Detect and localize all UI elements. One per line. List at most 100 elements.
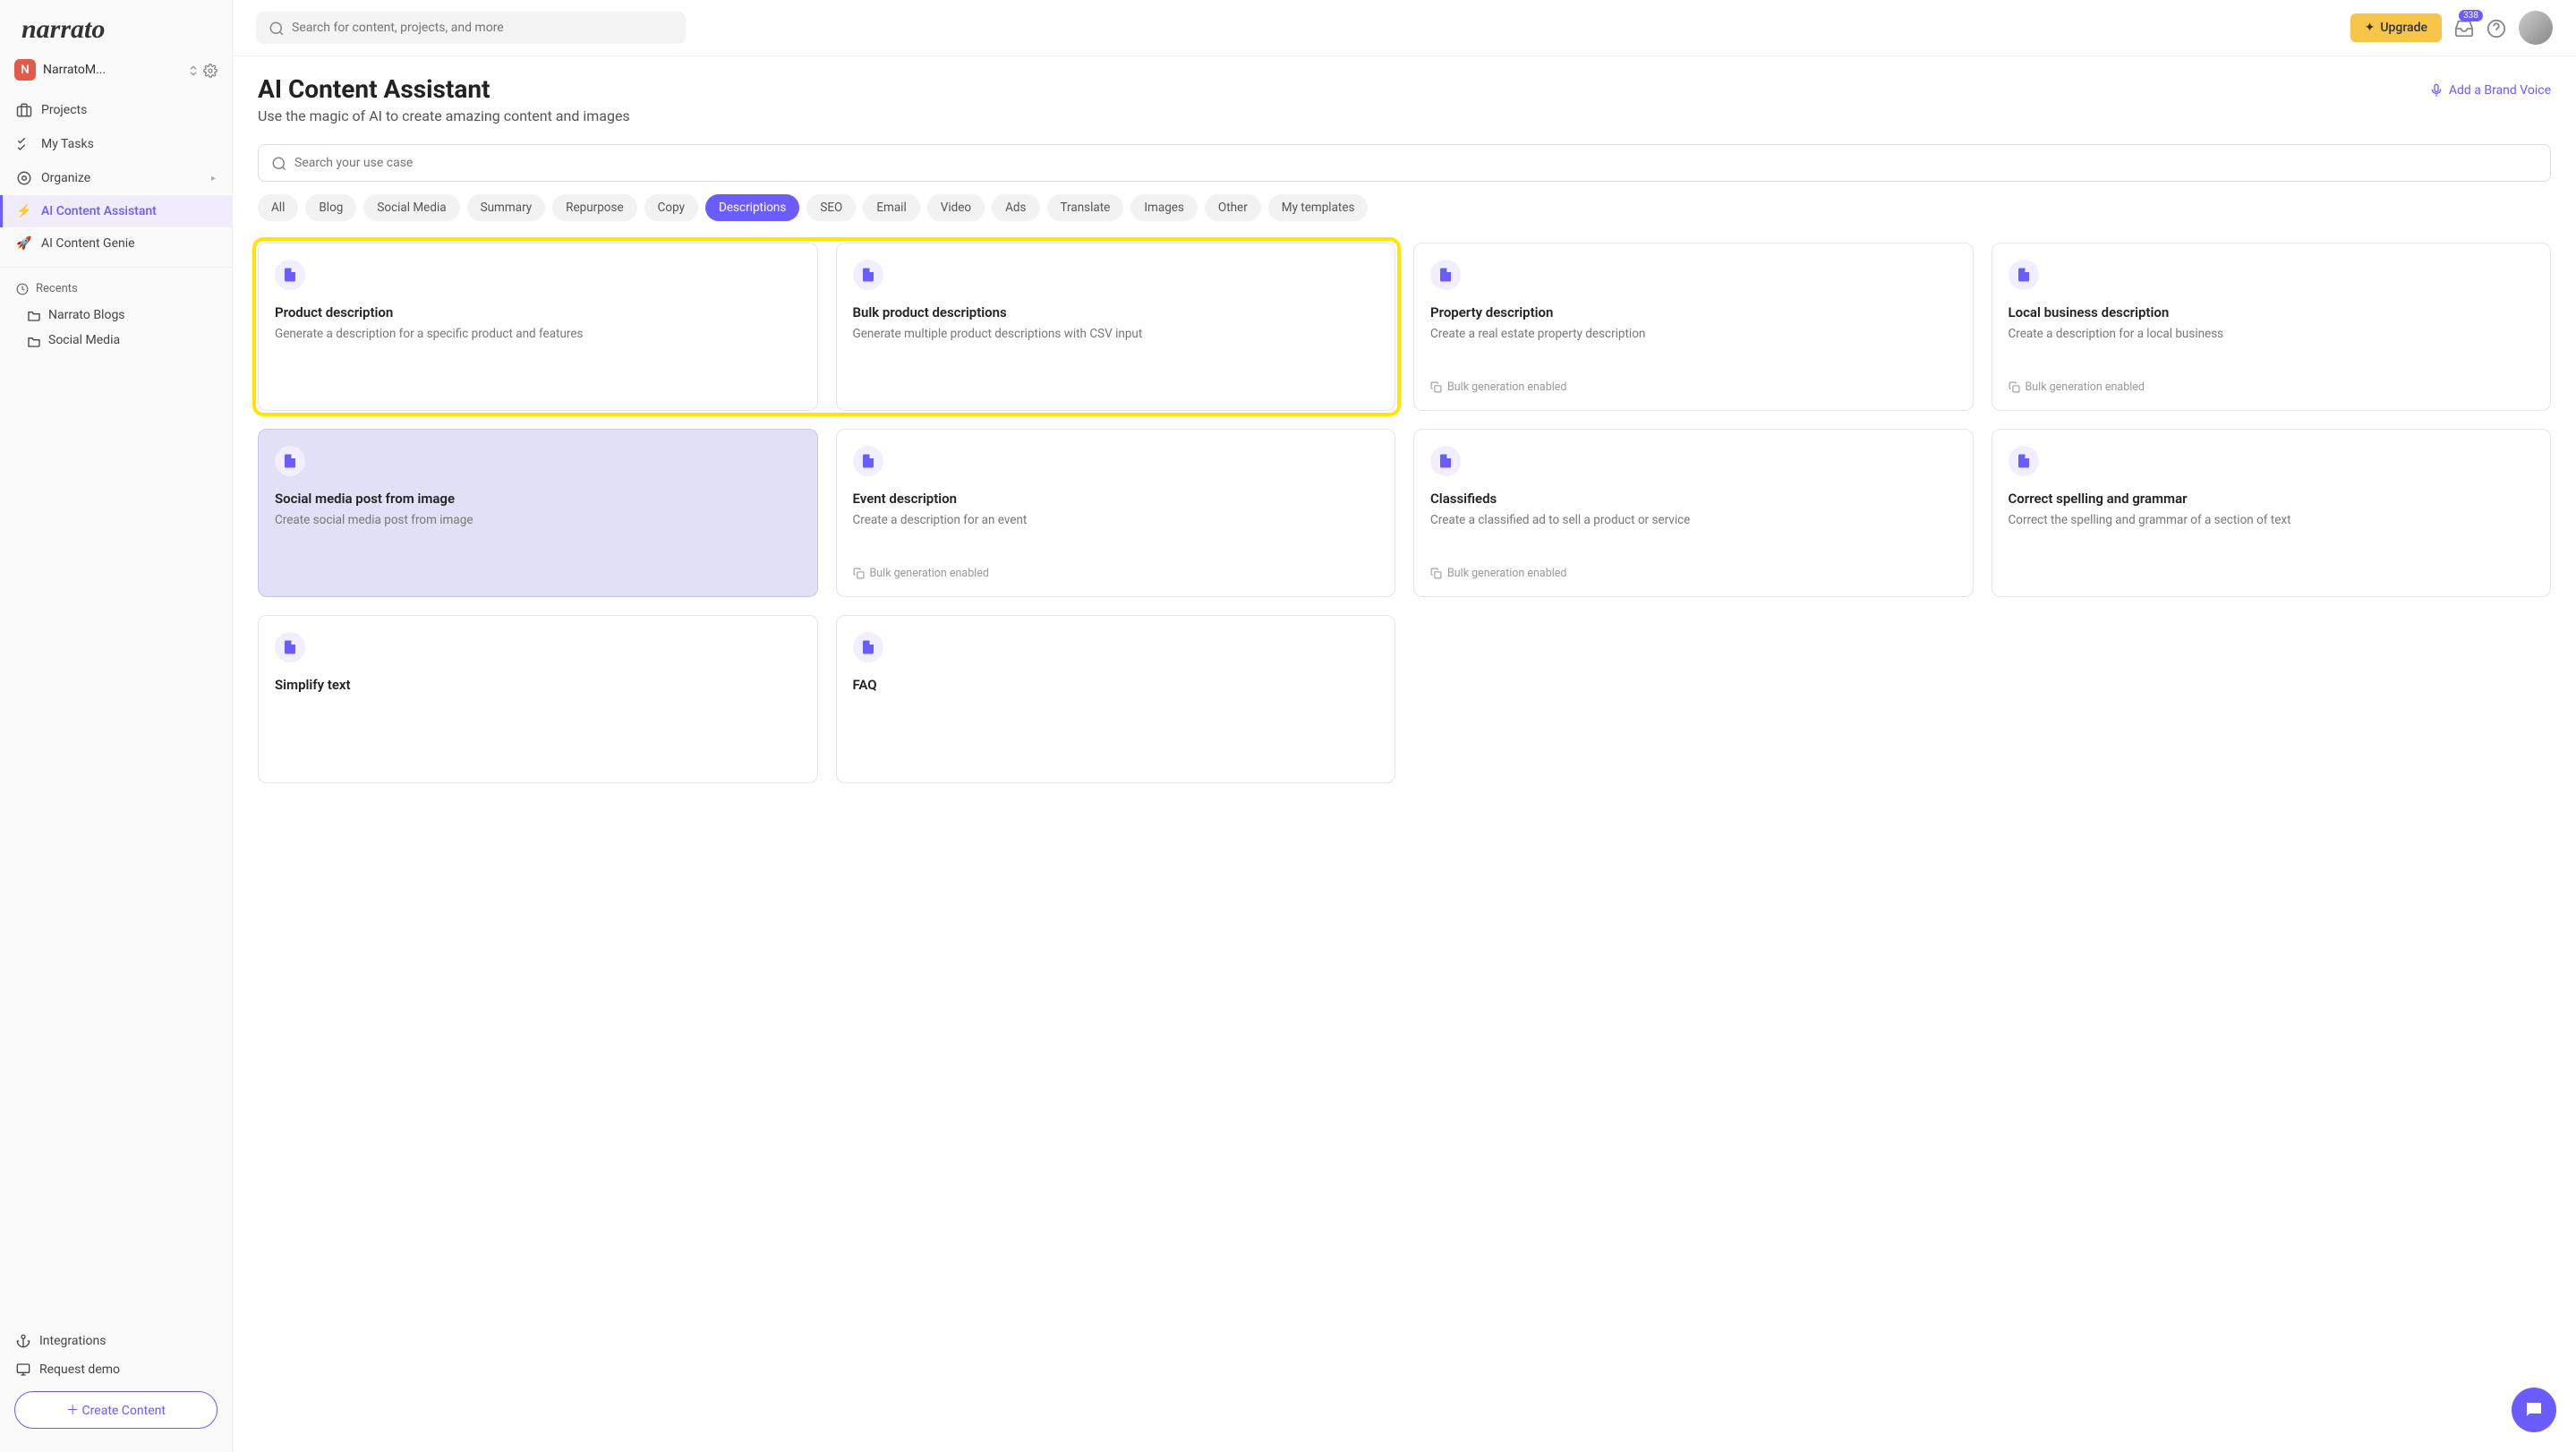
notif-badge: 338 [2459, 10, 2483, 21]
usecase-search-input[interactable] [294, 156, 2538, 170]
card-title: Classifieds [1430, 491, 1957, 507]
document-icon [2009, 260, 2039, 290]
card-title: Simplify text [275, 677, 801, 693]
workspace-chevron-icon[interactable] [187, 62, 200, 79]
brand-logo[interactable]: narrato [0, 0, 232, 54]
template-card[interactable]: ClassifiedsCreate a classified ad to sel… [1413, 429, 1974, 597]
template-card[interactable]: Local business description Create a descr… [1992, 243, 2552, 411]
template-card[interactable]: Social media post from image Create socia… [258, 429, 818, 597]
filter-pill-repurpose[interactable]: Repurpose [552, 194, 636, 221]
filter-pills: All Blog Social Media SummaryRepurpose Copy D… [258, 194, 2551, 221]
bulk-badge: Bulk generation enabled [2009, 380, 2535, 394]
nav-label: AI Content Assistant [41, 204, 157, 218]
help-icon[interactable] [2486, 17, 2506, 39]
nav-label: My Tasks [41, 137, 94, 151]
workspace-initial: N [14, 59, 36, 81]
filter-pill-social-media[interactable]: Social Media [363, 194, 459, 221]
inbox-icon[interactable]: 338 [2454, 17, 2474, 39]
document-icon [853, 632, 883, 662]
chat-launcher[interactable] [2512, 1388, 2556, 1432]
mic-icon [2429, 83, 2444, 98]
document-icon [275, 446, 305, 476]
monitor-icon [16, 1362, 30, 1377]
request-demo-link[interactable]: Request demo [0, 1355, 232, 1384]
nav-my-tasks[interactable]: My Tasks [0, 127, 232, 161]
template-card[interactable]: Property descriptionCreate a real estate… [1413, 243, 1974, 411]
global-search-input[interactable] [292, 21, 673, 35]
nav-label: AI Content Genie [41, 236, 135, 251]
filter-pill-images[interactable]: Images [1130, 194, 1198, 221]
filter-pill-other[interactable]: Other [1205, 194, 1261, 221]
filter-pill-summary[interactable]: Summary [467, 194, 546, 221]
template-card[interactable]: Simplify text [258, 615, 818, 783]
bulk-badge: Bulk generation enabled [853, 567, 1379, 580]
nav-ai-assistant[interactable]: ⚡ AI Content Assistant [0, 195, 232, 227]
bulk-badge: Bulk generation enabled [1430, 380, 1957, 394]
document-icon [1430, 260, 1461, 290]
anchor-icon [16, 1333, 30, 1347]
card-desc: Generate a description for a specific pr… [275, 326, 801, 343]
template-card[interactable]: Correct spelling and grammarCorrect the … [1992, 429, 2552, 597]
bulk-badge: Bulk generation enabled [1430, 567, 1957, 580]
filter-pill-all[interactable]: All [258, 194, 298, 221]
card-desc: Create social media post from image [275, 512, 801, 529]
highlighted-cards: Product descriptionGenerate a descriptio… [258, 243, 1395, 411]
filter-pill-blog[interactable]: Blog [305, 194, 356, 221]
card-desc: Create a real estate property descriptio… [1430, 326, 1957, 343]
recent-item[interactable]: Social Media [0, 328, 232, 353]
bolt-icon: ⚡ [16, 204, 32, 218]
template-card[interactable]: Product descriptionGenerate a descriptio… [258, 243, 818, 411]
card-desc: Correct the spelling and grammar of a se… [2009, 512, 2535, 529]
rocket-icon: 🚀 [16, 236, 32, 251]
nav-organize[interactable]: Organize ▸ [0, 161, 232, 195]
add-brand-voice-link[interactable]: Add a Brand Voice [2429, 83, 2551, 98]
card-title: Local business description [2009, 304, 2535, 320]
page-title: AI Content Assistant [258, 74, 630, 104]
recent-item[interactable]: Narrato Blogs [0, 303, 232, 328]
document-icon [2009, 446, 2039, 476]
avatar[interactable] [2519, 11, 2553, 45]
filter-pill-video[interactable]: Video [927, 194, 985, 221]
workspace-switcher[interactable]: N NarratoM... [0, 54, 232, 93]
filter-pill-descriptions[interactable]: Descriptions [705, 194, 799, 221]
global-search[interactable] [256, 12, 686, 44]
gear-icon[interactable] [203, 62, 218, 79]
briefcase-icon [16, 102, 32, 118]
filter-pill-email[interactable]: Email [863, 194, 919, 221]
document-icon [853, 446, 883, 476]
template-card[interactable]: FAQ [836, 615, 1396, 783]
template-card[interactable]: Bulk product descriptionsGenerate multip… [836, 243, 1396, 411]
upgrade-button[interactable]: ✦ Upgrade [2350, 13, 2442, 42]
nav-ai-genie[interactable]: 🚀 AI Content Genie [0, 227, 232, 260]
template-card[interactable]: Event descriptionCreate a description fo… [836, 429, 1396, 597]
document-icon [275, 632, 305, 662]
document-icon [1430, 446, 1461, 476]
document-icon [853, 260, 883, 290]
topbar: ✦ Upgrade 338 [233, 0, 2576, 56]
filter-pill-translate[interactable]: Translate [1047, 194, 1124, 221]
create-content-button[interactable]: ＋ Create Content [14, 1391, 218, 1429]
nav-list: Projects My Tasks Organize ▸ ⚡ AI Conten… [0, 93, 232, 260]
folder-icon [27, 308, 41, 322]
sidebar: narrato N NarratoM... Projects My Tasks … [0, 0, 233, 1452]
filter-pill-seo[interactable]: SEO [806, 194, 856, 221]
card-title: Social media post from image [275, 491, 801, 507]
filter-pill-ads[interactable]: Ads [992, 194, 1039, 221]
sidebar-bottom: Integrations Request demo ＋ Create Conte… [0, 1317, 232, 1452]
sliders-icon [16, 170, 32, 186]
integrations-link[interactable]: Integrations [0, 1326, 232, 1354]
cards-grid: Product descriptionGenerate a descriptio… [258, 243, 2551, 783]
card-title: FAQ [853, 677, 1379, 693]
usecase-search[interactable] [258, 144, 2551, 182]
nav-label: Projects [41, 103, 87, 117]
card-title: Event description [853, 491, 1379, 507]
filter-pill-copy[interactable]: Copy [644, 194, 698, 221]
sparkle-icon: ✦ [2365, 21, 2376, 35]
card-title: Bulk product descriptions [853, 304, 1379, 320]
card-desc: Create a description for a local busines… [2009, 326, 2535, 343]
chevron-right-icon: ▸ [211, 174, 216, 184]
filter-pill-my-templates[interactable]: My templates [1268, 194, 1369, 221]
page-subtitle: Use the magic of AI to create amazing co… [258, 107, 630, 124]
plus-icon: ＋ [66, 1404, 79, 1418]
nav-projects[interactable]: Projects [0, 93, 232, 127]
